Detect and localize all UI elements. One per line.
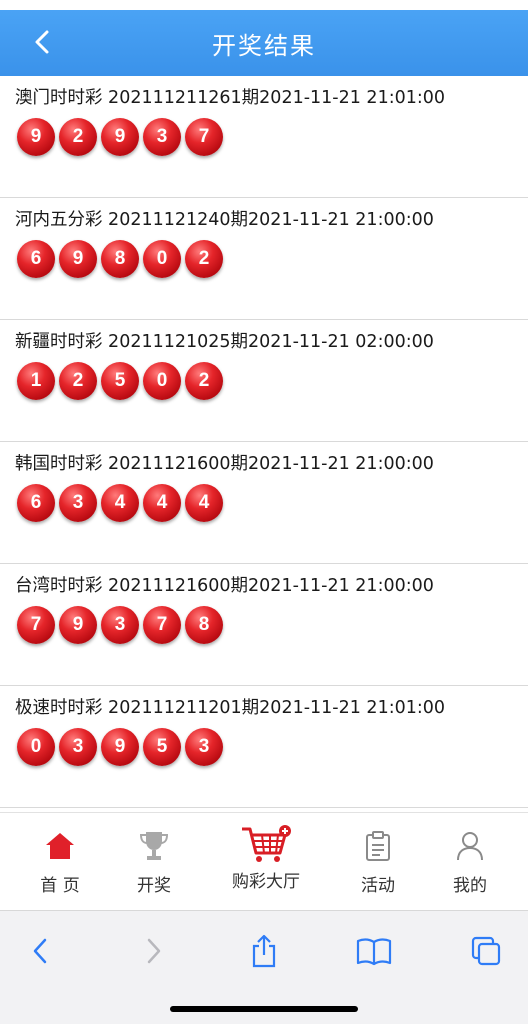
number-balls: 1 2 5 0 2 <box>17 362 223 400</box>
number-ball: 2 <box>185 240 223 278</box>
number-ball: 8 <box>185 606 223 644</box>
number-ball: 3 <box>143 118 181 156</box>
number-ball: 4 <box>143 484 181 522</box>
back-icon <box>33 938 47 964</box>
tab-bar: 首 页 开奖 购彩大厅 活动 我的 <box>0 812 528 910</box>
number-ball: 4 <box>185 484 223 522</box>
trophy-icon <box>139 832 169 860</box>
number-ball: 0 <box>143 362 181 400</box>
tab-mine[interactable]: 我的 <box>432 813 508 911</box>
tab-label: 活动 <box>361 876 395 896</box>
result-label: 澳门时时彩 202111211261期2021-11-21 21:01:00 <box>15 88 446 108</box>
number-ball: 9 <box>59 240 97 278</box>
tab-activities[interactable]: 活动 <box>340 813 416 911</box>
number-ball: 0 <box>17 728 55 766</box>
tabs-icon <box>471 936 501 966</box>
page-title: 开奖结果 <box>212 31 316 60</box>
results-list[interactable]: 澳门时时彩 202111211261期2021-11-21 21:01:00 9… <box>0 76 528 812</box>
tab-label: 购彩大厅 <box>232 872 300 892</box>
forward-icon <box>147 938 161 964</box>
number-ball: 6 <box>17 484 55 522</box>
result-label: 河内五分彩 20211121240期2021-11-21 21:00:00 <box>15 210 434 230</box>
number-ball: 5 <box>101 362 139 400</box>
number-balls: 0 3 9 5 3 <box>17 728 223 766</box>
number-ball: 9 <box>101 118 139 156</box>
number-ball: 3 <box>59 728 97 766</box>
result-item[interactable]: 台湾时时彩 20211121600期2021-11-21 21:00:00 7 … <box>0 564 528 686</box>
number-balls: 9 2 9 3 7 <box>17 118 223 156</box>
number-ball: 9 <box>101 728 139 766</box>
number-balls: 6 3 4 4 4 <box>17 484 223 522</box>
number-ball: 2 <box>185 362 223 400</box>
result-item[interactable]: 河内五分彩 20211121240期2021-11-21 21:00:00 6 … <box>0 198 528 320</box>
tab-lottery-results[interactable]: 开奖 <box>116 813 192 911</box>
shopping-cart-icon <box>242 825 291 862</box>
number-ball: 9 <box>17 118 55 156</box>
browser-share-button[interactable] <box>242 929 286 973</box>
number-ball: 6 <box>17 240 55 278</box>
number-ball: 7 <box>143 606 181 644</box>
header-bar: 开奖结果 <box>0 10 528 76</box>
number-balls: 6 9 8 0 2 <box>17 240 223 278</box>
back-button[interactable] <box>22 22 62 62</box>
number-ball: 2 <box>59 118 97 156</box>
bookmarks-icon <box>356 938 392 966</box>
result-label: 韩国时时彩 20211121600期2021-11-21 21:00:00 <box>15 454 434 474</box>
result-label: 新疆时时彩 20211121025期2021-11-21 02:00:00 <box>15 332 434 352</box>
number-ball: 1 <box>17 362 55 400</box>
number-balls: 7 9 3 7 8 <box>17 606 223 644</box>
result-item[interactable]: 澳门时时彩 202111211261期2021-11-21 21:01:00 9… <box>0 76 528 198</box>
number-ball: 7 <box>185 118 223 156</box>
chevron-left-icon <box>35 30 49 54</box>
number-ball: 5 <box>143 728 181 766</box>
number-ball: 8 <box>101 240 139 278</box>
number-ball: 9 <box>59 606 97 644</box>
browser-back-button[interactable] <box>18 929 62 973</box>
number-ball: 0 <box>143 240 181 278</box>
home-indicator[interactable] <box>170 1006 358 1012</box>
status-strip <box>0 0 528 10</box>
tab-label: 我的 <box>453 876 487 896</box>
number-ball: 2 <box>59 362 97 400</box>
clipboard-icon <box>366 831 390 861</box>
share-icon <box>252 934 276 968</box>
tab-lottery-hall[interactable]: 购彩大厅 <box>216 813 316 911</box>
tab-label: 开奖 <box>137 876 171 896</box>
number-ball: 4 <box>101 484 139 522</box>
result-item[interactable]: 韩国时时彩 20211121600期2021-11-21 21:00:00 6 … <box>0 442 528 564</box>
home-icon <box>46 833 74 859</box>
browser-forward-button[interactable] <box>132 929 176 973</box>
number-ball: 3 <box>101 606 139 644</box>
tab-home[interactable]: 首 页 <box>22 813 98 911</box>
result-label: 台湾时时彩 20211121600期2021-11-21 21:00:00 <box>15 576 434 596</box>
tab-label: 首 页 <box>40 876 80 896</box>
result-item[interactable]: 极速时时彩 202111211201期2021-11-21 21:01:00 0… <box>0 686 528 808</box>
number-ball: 3 <box>59 484 97 522</box>
result-label: 极速时时彩 202111211201期2021-11-21 21:01:00 <box>15 698 446 718</box>
user-icon <box>457 832 483 861</box>
number-ball: 7 <box>17 606 55 644</box>
number-ball: 3 <box>185 728 223 766</box>
browser-bookmarks-button[interactable] <box>352 929 396 973</box>
result-item[interactable]: 新疆时时彩 20211121025期2021-11-21 02:00:00 1 … <box>0 320 528 442</box>
browser-tabs-button[interactable] <box>464 929 508 973</box>
